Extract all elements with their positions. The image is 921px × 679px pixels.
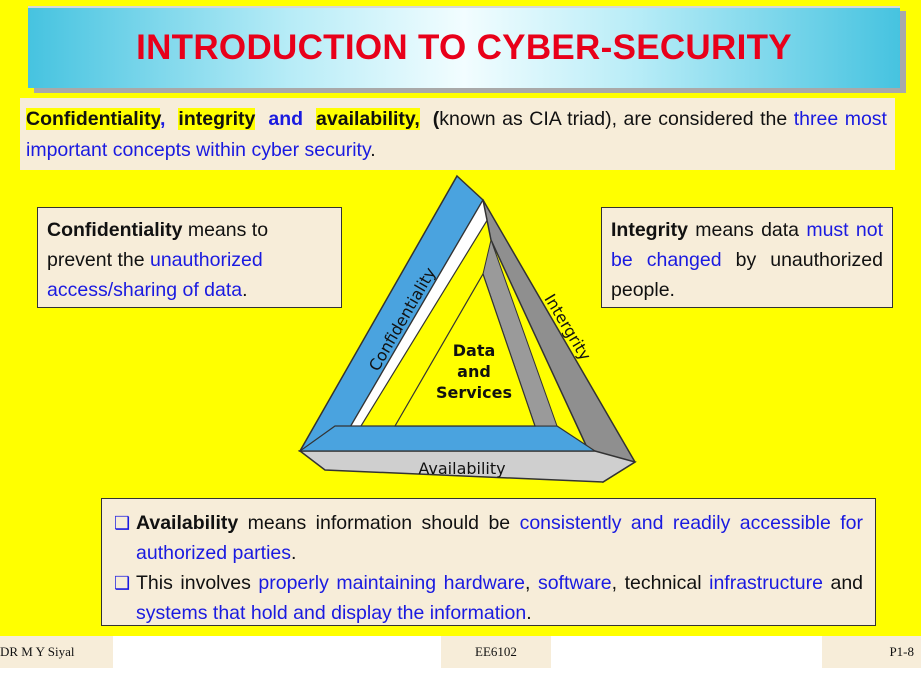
integrity-box: Integrity means data must not be changed… xyxy=(601,207,893,308)
center-label-line-3: Services xyxy=(436,383,512,402)
bullet-item-maintenance: ❑ This involves properly maintaining har… xyxy=(114,568,863,628)
availability-end: . xyxy=(291,542,297,564)
availability-term: Availability xyxy=(136,512,239,534)
checkbox-bullet-icon: ❑ xyxy=(114,573,131,593)
maintenance-highlight-infrastructure: infrastructure xyxy=(709,572,823,594)
intro-availability: availability, xyxy=(316,108,420,130)
slide: INTRODUCTION TO CYBER-SECURITY Confident… xyxy=(0,0,921,636)
center-label-line-2: and xyxy=(457,362,491,381)
maintenance-comma: , xyxy=(524,572,538,594)
bullet-item-availability: ❑ Availability means information should … xyxy=(114,508,863,568)
maintenance-text-2: , technical xyxy=(611,572,710,594)
integrity-text: means data xyxy=(687,219,807,241)
title-bar: INTRODUCTION TO CYBER-SECURITY xyxy=(28,6,900,88)
footer-page-number: P1-8 xyxy=(822,636,921,668)
confidentiality-term: Confidentiality xyxy=(47,219,183,241)
availability-text: means information should be xyxy=(238,512,520,534)
availability-top-edge xyxy=(298,425,598,452)
cia-triangle-diagram: Confidentiality Intergrity Availability … xyxy=(297,174,637,484)
intro-comma: , xyxy=(159,108,166,130)
footer-author: DR M Y Siyal xyxy=(0,636,113,668)
maintenance-highlight-systems: systems that hold and display the inform… xyxy=(136,602,527,624)
availability-box: ❑ Availability means information should … xyxy=(101,498,876,626)
footer-course-code: EE6102 xyxy=(441,636,551,668)
intro-integrity: integrity xyxy=(178,108,256,130)
bullet-text: Availability means information should be… xyxy=(136,508,863,568)
center-label-line-1: Data xyxy=(453,341,496,360)
availability-label: Availability xyxy=(418,459,505,478)
intro-end: . xyxy=(370,139,376,161)
intro-confidentiality: Confidentiality xyxy=(26,108,160,130)
maintenance-highlight-hardware: properly maintaining hardware xyxy=(258,572,525,594)
footer: DR M Y Siyal EE6102 P1-8 xyxy=(0,636,921,679)
maintenance-text-3: and xyxy=(822,572,864,594)
maintenance-text-1: This involves xyxy=(136,572,259,594)
maintenance-highlight-software: software xyxy=(537,572,612,594)
confidentiality-end: . xyxy=(242,279,248,301)
bullet-text: This involves properly maintaining hardw… xyxy=(136,568,863,628)
maintenance-end: . xyxy=(526,602,532,624)
checkbox-bullet-icon: ❑ xyxy=(114,513,131,533)
intro-and: and xyxy=(268,108,304,130)
intro-known-as: known as CIA triad), are considered the xyxy=(439,108,794,130)
page-title: INTRODUCTION TO CYBER-SECURITY xyxy=(136,28,792,67)
intro-paragraph: Confidentiality, integrity and availabil… xyxy=(20,98,895,170)
